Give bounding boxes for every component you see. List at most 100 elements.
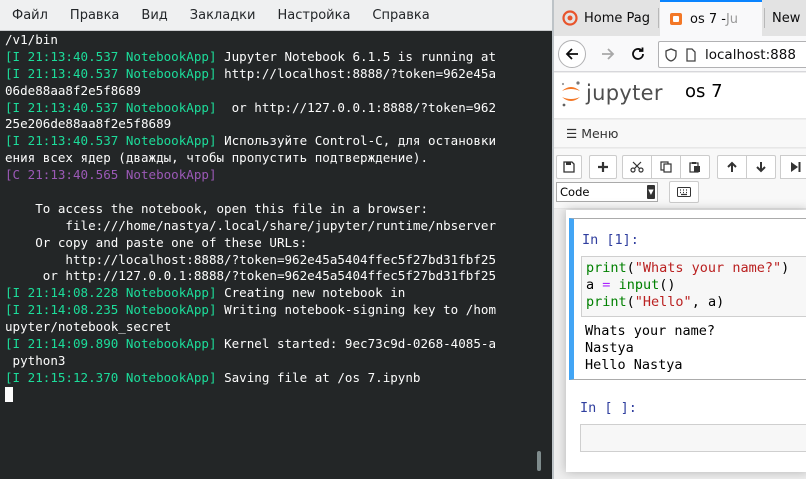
jupyter-favicon-icon (670, 13, 682, 25)
terminal-line: [I 21:13:40.537 NotebookApp] or http://1… (5, 100, 535, 117)
command-palette-button[interactable] (669, 181, 699, 203)
run-button[interactable] (780, 155, 806, 179)
save-icon (563, 161, 575, 173)
home-page-icon (562, 10, 578, 26)
paste-button[interactable] (680, 155, 710, 179)
notebook-name[interactable]: os 7 (685, 81, 723, 102)
terminal-line: [C 21:13:40.565 NotebookApp] (5, 167, 535, 184)
terminal-line: file:///home/nastya/.local/share/jupyter… (5, 218, 535, 235)
terminal-line: 25e206de88aa8f2e5f8689 (5, 116, 535, 133)
move-group (717, 155, 776, 179)
terminal-line: [I 21:13:40.537 NotebookApp] http://loca… (5, 66, 535, 83)
jupyter-wordmark: jupyter (586, 81, 663, 105)
menu-edit[interactable]: Правка (70, 8, 119, 23)
code-token: input (618, 277, 660, 294)
terminal-text: [I 21:15:12.370 NotebookApp] (5, 369, 217, 385)
code-token: "Hello" (634, 294, 692, 311)
terminal-text: or http://127.0.0.1:8888/?token=962 (216, 99, 497, 115)
code-token: print (586, 294, 627, 311)
reload-button[interactable] (624, 40, 652, 68)
menu-bookmarks[interactable]: Закладки (190, 8, 256, 23)
page-info-icon (686, 47, 696, 62)
jupyter-menubar: ☰ Меню (554, 120, 806, 148)
tab-home-page[interactable]: Home Pag (556, 0, 659, 36)
menu-settings[interactable]: Настройка (277, 8, 350, 23)
move-up-button[interactable] (717, 155, 747, 179)
terminal-scrollbar[interactable] (537, 451, 541, 471)
save-button[interactable] (556, 155, 582, 179)
terminal-text: ения всех ядер (дважды, чтобы пропустить… (5, 150, 429, 166)
tab-separator (764, 8, 765, 28)
code-token: a (586, 277, 595, 294)
code-token: "Whats your name?" (634, 260, 782, 276)
terminal-line: 06de88aa8f2e5f8689 (5, 83, 535, 100)
code-input-empty[interactable] (580, 424, 806, 452)
terminal-window: Файл Правка Вид Закладки Настройка Справ… (0, 0, 552, 479)
terminal-text: 06de88aa8f2e5f8689 (5, 82, 141, 98)
insert-cell-button[interactable] (589, 155, 617, 179)
paste-icon (689, 162, 700, 173)
terminal-text: upyter/notebook_secret (5, 319, 172, 335)
cell-prompt: In [1]: (582, 232, 639, 248)
code-token: ) (781, 260, 790, 276)
browser-tabbar: Home Pag os 7 - Ju New (554, 0, 806, 36)
code-cell-empty[interactable]: In [ ]: (574, 395, 806, 455)
forward-button[interactable] (594, 40, 622, 68)
arrow-down-icon (756, 162, 766, 173)
terminal-text: 25e206de88aa8f2e5f8689 (5, 116, 172, 132)
terminal-cursor (5, 386, 13, 402)
terminal-line: /v1/bin (5, 32, 535, 49)
terminal-text: [I 21:13:40.537 NotebookApp] (5, 65, 217, 81)
terminal-menubar: Файл Правка Вид Закладки Настройка Справ… (0, 0, 552, 31)
insert-group (589, 155, 617, 179)
shield-icon (665, 47, 677, 62)
cut-button[interactable] (622, 155, 652, 179)
terminal-line: [I 21:15:12.370 NotebookApp] Saving file… (5, 370, 535, 387)
menu-help[interactable]: Справка (372, 8, 429, 23)
terminal-text: Jupyter Notebook 6.1.5 is running at (216, 48, 497, 64)
arrow-left-icon (565, 48, 578, 60)
run-group (780, 155, 806, 179)
terminal-text: Saving file at /os 7.ipynb (216, 369, 421, 385)
terminal-text: [I 21:13:40.537 NotebookApp] (5, 48, 217, 64)
menu-view[interactable]: Вид (141, 8, 167, 23)
terminal-line: [I 21:14:08.235 NotebookApp] Writing not… (5, 302, 535, 319)
jupyter-logo-icon[interactable] (559, 80, 583, 108)
terminal-text: [I 21:14:08.235 NotebookApp] (5, 302, 217, 318)
terminal-text: Or copy and paste one of these URLs: (5, 234, 308, 250)
terminal-text: [I 21:14:08.228 NotebookApp] (5, 285, 217, 301)
code-input[interactable]: print("Whats your name?") a = input() pr… (581, 256, 806, 317)
terminal-line: [I 21:13:40.537 NotebookApp] Используйте… (5, 133, 535, 150)
keyboard-icon (677, 187, 691, 197)
copy-button[interactable] (651, 155, 681, 179)
terminal-text: [I 21:14:09.890 NotebookApp] (5, 336, 217, 352)
terminal-text: /v1/bin (5, 32, 58, 47)
cell-type-select[interactable]: Code ▼ (556, 182, 658, 202)
tab-new-label: New (772, 10, 801, 26)
terminal-line: python3 (5, 353, 535, 370)
tab-new[interactable]: New (766, 0, 806, 36)
tab-notebook[interactable]: os 7 - Ju (660, 0, 762, 36)
tab-notebook-label-fade: Ju (725, 11, 739, 27)
notebook-page: In [1]: print("Whats your name?") a = in… (566, 210, 806, 472)
back-button[interactable] (558, 40, 586, 68)
cell-type-value: Code (560, 185, 590, 199)
menu-label: Меню (581, 126, 619, 141)
menu-file[interactable]: Файл (12, 8, 48, 23)
code-token: ( (626, 260, 635, 276)
chevron-down-icon: ▼ (647, 185, 655, 199)
terminal-text: Kernel started: 9ec73c9d-0268-4085-a (216, 336, 497, 352)
code-token: print (586, 260, 627, 276)
address-bar[interactable]: localhost:888 (658, 41, 806, 68)
terminal-text: [I 21:13:40.537 NotebookApp] (5, 133, 217, 149)
terminal-text: Используйте Control-C, для остановки (216, 133, 497, 149)
terminal-line: [I 21:14:09.890 NotebookApp] Kernel star… (5, 336, 535, 353)
code-cell-selected[interactable]: In [1]: print("Whats your name?") a = in… (569, 218, 806, 380)
menu-button[interactable]: ☰ Меню (566, 126, 618, 141)
terminal-output[interactable]: /v1/bin [I 21:13:40.537 NotebookApp] Jupy… (5, 32, 535, 404)
terminal-line: ения всех ядер (дважды, чтобы пропустить… (5, 150, 535, 167)
move-down-button[interactable] (746, 155, 776, 179)
terminal-line: To access the notebook, open this file i… (5, 201, 535, 218)
scissors-icon (630, 161, 644, 173)
